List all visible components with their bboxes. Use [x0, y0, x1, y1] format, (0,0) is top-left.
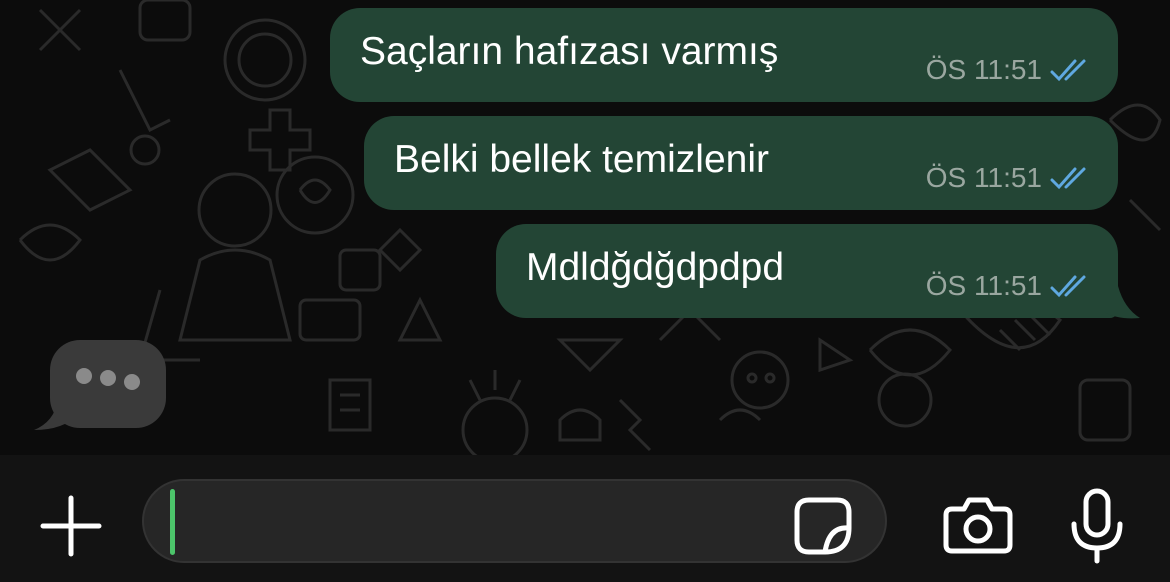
sticker-icon [794, 497, 852, 555]
message-text: Mdldğdğdpdpd [526, 246, 785, 289]
typing-dots-icon [34, 340, 166, 430]
message-time: ÖS 11:51 [925, 54, 1042, 85]
bubble-tail [1104, 286, 1140, 319]
read-receipt-icon [1050, 275, 1086, 298]
camera-icon [943, 497, 1013, 554]
microphone-icon [1071, 488, 1123, 564]
message-field[interactable] [142, 479, 887, 563]
message-text: Belki bellek temizlenir [394, 138, 769, 181]
message-time: ÖS 11:51 [925, 270, 1042, 301]
message-meta: ÖS 11:51 [926, 54, 1092, 86]
camera-button[interactable] [938, 489, 1018, 561]
message-bubble[interactable]: Belki bellek temizlenir ÖS 11:51 [364, 116, 1118, 210]
message-meta: ÖS 11:51 [926, 270, 1092, 302]
microphone-button[interactable] [1062, 481, 1132, 571]
read-receipt-icon [1050, 167, 1086, 190]
sticker-button[interactable] [788, 491, 858, 561]
message-text: Saçların hafızası varmış [360, 30, 779, 73]
message-input[interactable] [184, 481, 788, 563]
message-meta: ÖS 11:51 [926, 162, 1092, 194]
text-caret [170, 489, 175, 555]
read-receipt-icon [1050, 59, 1086, 82]
attach-button[interactable] [32, 487, 110, 565]
plus-icon [40, 495, 102, 557]
message-time: ÖS 11:51 [925, 162, 1042, 193]
message-bubble[interactable]: Saçların hafızası varmış ÖS 11:51 [330, 8, 1118, 102]
chat-area[interactable]: Saçların hafızası varmış ÖS 11:51 Belki … [0, 0, 1170, 455]
message-bubble[interactable]: Mdldğdğdpdpd ÖS 11:51 [496, 224, 1118, 318]
input-bar [0, 455, 1170, 582]
